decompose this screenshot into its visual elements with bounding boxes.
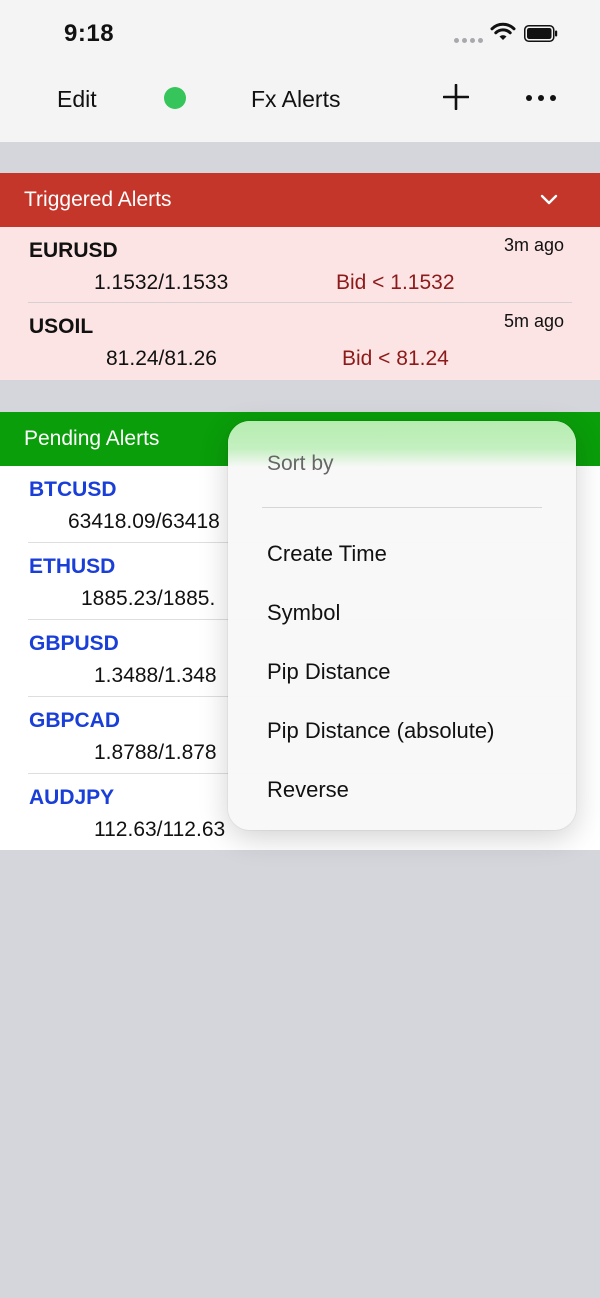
triggered-alerts-header[interactable]: Triggered Alerts [0, 173, 600, 227]
alert-age: 5m ago [503, 311, 564, 331]
sort-menu: Sort by Create Time Symbol Pip Distance … [228, 421, 576, 830]
alert-symbol: GBPUSD [29, 632, 119, 655]
battery-icon [524, 25, 558, 42]
page-title: Fx Alerts [251, 86, 341, 112]
list-item[interactable]: USOIL 81.24/81.26 Bid < 81.24 5m ago [0, 303, 600, 379]
alert-symbol: USOIL [29, 315, 94, 338]
sort-option-pip-distance-absolute[interactable]: Pip Distance (absolute) [267, 718, 494, 744]
sort-menu-header: Sort by [267, 452, 334, 475]
sort-option-reverse[interactable]: Reverse [267, 777, 349, 803]
alert-prices: 112.63/112.63 [94, 818, 226, 841]
alert-prices: 1.1532/1.1533 [94, 271, 229, 294]
alert-prices: 1.8788/1.878 [94, 741, 217, 764]
menu-divider [262, 507, 542, 508]
edit-button[interactable]: Edit [57, 86, 97, 113]
sort-option-create-time[interactable]: Create Time [267, 541, 387, 567]
status-bar: 9:18 [0, 0, 600, 60]
sort-option-symbol[interactable]: Symbol [267, 600, 340, 626]
alert-symbol: AUDJPY [29, 786, 115, 809]
navigation-bar: Edit Fx Alerts [0, 60, 600, 142]
status-time: 9:18 [64, 20, 115, 47]
alert-prices: 1.3488/1.348 [94, 664, 217, 687]
cellular-signal-icon [454, 38, 484, 44]
alert-condition: Bid < 81.24 [342, 347, 449, 370]
add-alert-button[interactable] [443, 84, 469, 110]
alert-symbol: EURUSD [29, 239, 118, 262]
alert-prices: 81.24/81.26 [106, 347, 217, 370]
alert-symbol: ETHUSD [29, 555, 116, 578]
pending-alerts-title: Pending Alerts [24, 427, 160, 450]
alert-age: 3m ago [503, 235, 564, 255]
connection-status-icon[interactable] [164, 87, 186, 109]
alert-prices: 63418.09/63418 [68, 510, 220, 533]
more-options-button[interactable] [526, 95, 556, 101]
triggered-alerts-list: EURUSD 1.1532/1.1533 Bid < 1.1532 3m ago… [0, 227, 600, 380]
sort-option-pip-distance[interactable]: Pip Distance [267, 659, 391, 685]
alert-symbol: GBPCAD [29, 709, 121, 732]
chevron-down-icon[interactable] [540, 191, 558, 209]
alert-symbol: BTCUSD [29, 478, 117, 501]
triggered-alerts-title: Triggered Alerts [24, 188, 172, 211]
alert-condition: Bid < 1.1532 [336, 271, 455, 294]
list-item[interactable]: EURUSD 1.1532/1.1533 Bid < 1.1532 3m ago [0, 227, 600, 303]
alert-prices: 1885.23/1885. [81, 587, 216, 610]
wifi-icon [490, 22, 516, 40]
